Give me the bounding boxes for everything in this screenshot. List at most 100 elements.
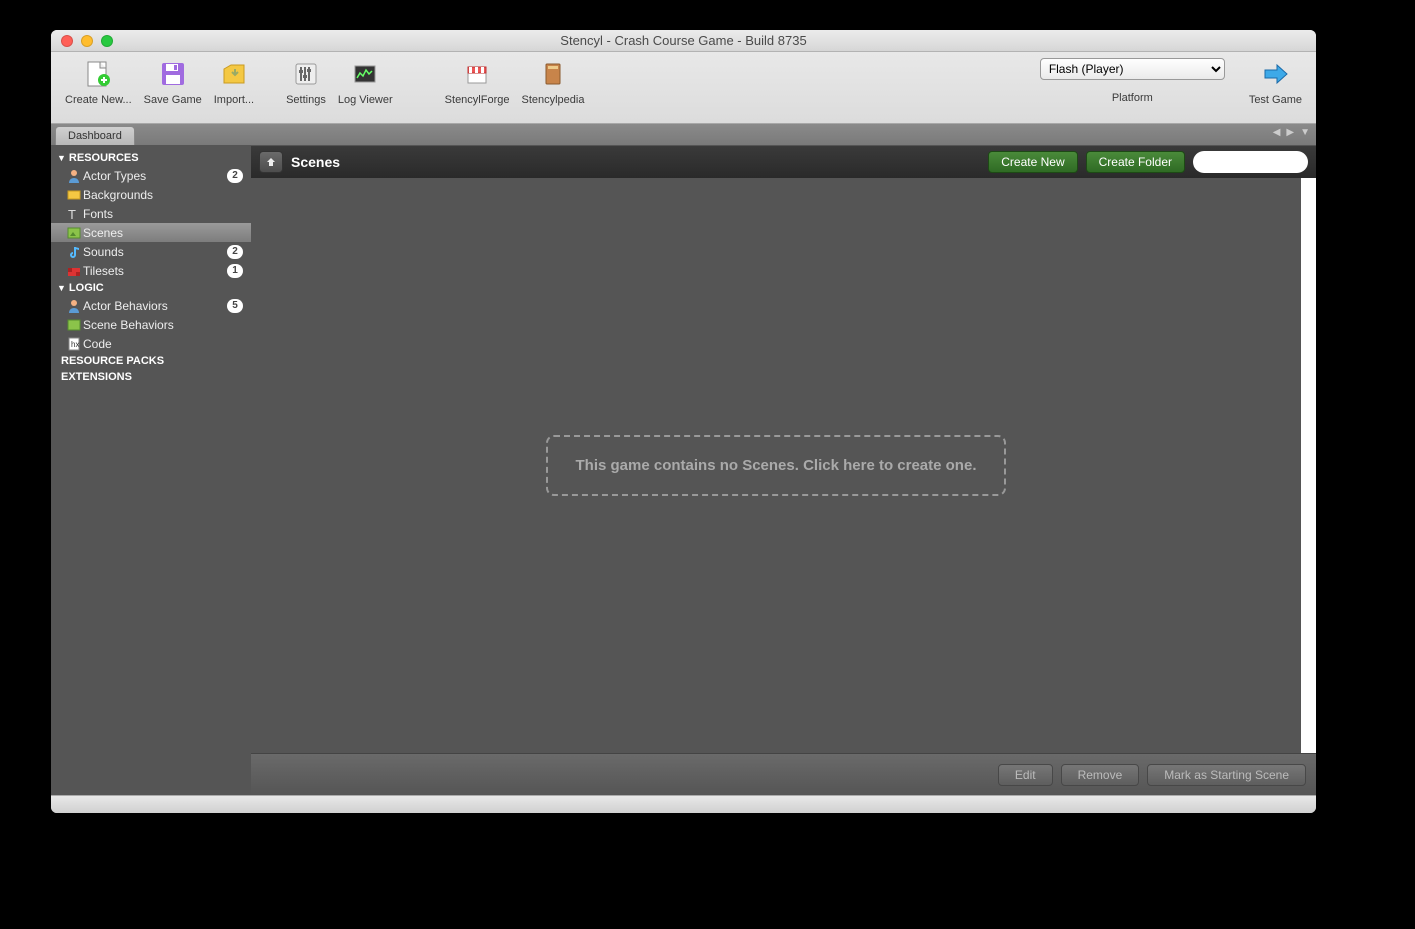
log-viewer-icon [349,58,381,90]
empty-scenes-placeholder[interactable]: This game contains no Scenes. Click here… [546,435,1007,496]
svg-text:T: T [68,207,76,221]
sidebar-item-label: Tilesets [83,264,227,278]
sounds-icon [67,245,81,259]
sidebar-header-logic[interactable]: ▼LOGIC [51,280,251,296]
fonts-icon: T [67,207,81,221]
tab-strip: Dashboard ◀ ▶ ▼ [51,124,1316,146]
count-badge: 2 [227,169,243,183]
up-folder-button[interactable] [259,151,283,173]
tab-nav: ◀ ▶ ▼ [1273,127,1310,138]
tab-dashboard-label: Dashboard [68,130,122,142]
import-label: Import... [214,94,254,106]
status-bar [51,795,1316,813]
count-badge: 1 [227,264,243,278]
sidebar-item-label: Backgrounds [83,188,247,202]
scene-behaviors-icon [67,318,81,332]
sidebar-header-logic-label: LOGIC [69,282,104,294]
import-icon [218,58,250,90]
sidebar-resource-packs[interactable]: RESOURCE PACKS [51,353,251,369]
actor-behaviors-icon [67,299,81,313]
sidebar: ▼RESOURCES Actor Types 2 Backgrounds T F… [51,146,251,795]
sidebar-item-label: Scene Behaviors [83,318,247,332]
traffic-lights [51,35,113,47]
window-title: Stencyl - Crash Course Game - Build 8735 [51,33,1316,48]
settings-label: Settings [286,94,326,106]
create-new-button[interactable]: Create New... [59,58,138,106]
sidebar-item-sounds[interactable]: Sounds 2 [51,242,251,261]
titlebar: Stencyl - Crash Course Game - Build 8735 [51,30,1316,52]
sidebar-header-resources-label: RESOURCES [69,152,139,164]
zoom-window-button[interactable] [101,35,113,47]
sidebar-item-actor-types[interactable]: Actor Types 2 [51,166,251,185]
create-new-scene-button[interactable]: Create New [988,151,1077,173]
sidebar-header-resources[interactable]: ▼RESOURCES [51,150,251,166]
main-panel: Scenes Create New Create Folder This gam… [251,146,1316,795]
count-badge: 5 [227,299,243,313]
tilesets-icon [67,264,81,278]
backgrounds-icon [67,188,81,202]
remove-button[interactable]: Remove [1061,764,1140,786]
import-button[interactable]: Import... [208,58,260,106]
sidebar-item-scene-behaviors[interactable]: Scene Behaviors [51,315,251,334]
test-game-icon [1259,58,1291,90]
log-viewer-button[interactable]: Log Viewer [332,58,399,106]
sidebar-item-scenes[interactable]: Scenes [51,223,251,242]
sidebar-item-backgrounds[interactable]: Backgrounds [51,185,251,204]
settings-icon [290,58,322,90]
svg-text:hx: hx [71,340,79,349]
settings-button[interactable]: Settings [280,58,332,106]
count-badge: 2 [227,245,243,259]
sidebar-item-label: Actor Types [83,169,227,183]
save-game-label: Save Game [144,94,202,106]
tab-menu-icon[interactable]: ▼ [1300,127,1310,138]
main-header: Scenes Create New Create Folder [251,146,1316,178]
sidebar-item-actor-behaviors[interactable]: Actor Behaviors 5 [51,296,251,315]
stencylforge-label: StencylForge [445,94,510,106]
workarea: ▼RESOURCES Actor Types 2 Backgrounds T F… [51,146,1316,795]
test-game-label: Test Game [1249,94,1302,106]
stencylpedia-button[interactable]: Stencylpedia [515,58,590,106]
create-new-icon [82,58,114,90]
sidebar-item-label: Code [83,337,247,351]
tab-prev-icon[interactable]: ◀ [1273,127,1281,138]
mark-starting-scene-button[interactable]: Mark as Starting Scene [1147,764,1306,786]
sidebar-extensions[interactable]: EXTENSIONS [51,369,251,385]
disclosure-triangle-icon: ▼ [57,283,66,293]
log-viewer-label: Log Viewer [338,94,393,106]
sidebar-item-label: Actor Behaviors [83,299,227,313]
sidebar-item-label: Sounds [83,245,227,259]
sidebar-item-tilesets[interactable]: Tilesets 1 [51,261,251,280]
disclosure-triangle-icon: ▼ [57,153,66,163]
sidebar-item-code[interactable]: hx Code [51,334,251,353]
create-folder-button[interactable]: Create Folder [1086,151,1185,173]
main-footer: Edit Remove Mark as Starting Scene [251,753,1316,795]
save-game-button[interactable]: Save Game [138,58,208,106]
minimize-window-button[interactable] [81,35,93,47]
save-icon [157,58,189,90]
code-icon: hx [67,337,81,351]
search-box [1193,151,1308,173]
app-window: Stencyl - Crash Course Game - Build 8735… [51,30,1316,813]
scenes-icon [67,226,81,240]
stencylforge-icon [461,58,493,90]
platform-dropdown[interactable]: Flash (Player) [1040,58,1225,80]
edit-button[interactable]: Edit [998,764,1053,786]
main-title: Scenes [291,154,980,170]
sidebar-item-label: Scenes [83,226,247,240]
close-window-button[interactable] [61,35,73,47]
actor-types-icon [67,169,81,183]
platform-selector: Flash (Player) Platform [1040,58,1225,104]
sidebar-item-fonts[interactable]: T Fonts [51,204,251,223]
toolbar: Create New... Save Game Import... Settin… [51,52,1316,124]
tab-next-icon[interactable]: ▶ [1286,127,1294,138]
search-input[interactable] [1201,156,1316,168]
up-arrow-icon [264,155,278,169]
main-content: This game contains no Scenes. Click here… [251,178,1316,753]
test-game-button[interactable]: Test Game [1243,58,1308,106]
platform-label: Platform [1112,92,1153,104]
tab-dashboard[interactable]: Dashboard [55,126,135,145]
stencylforge-button[interactable]: StencylForge [439,58,516,106]
sidebar-item-label: Fonts [83,207,247,221]
stencylpedia-label: Stencylpedia [521,94,584,106]
create-new-label: Create New... [65,94,132,106]
